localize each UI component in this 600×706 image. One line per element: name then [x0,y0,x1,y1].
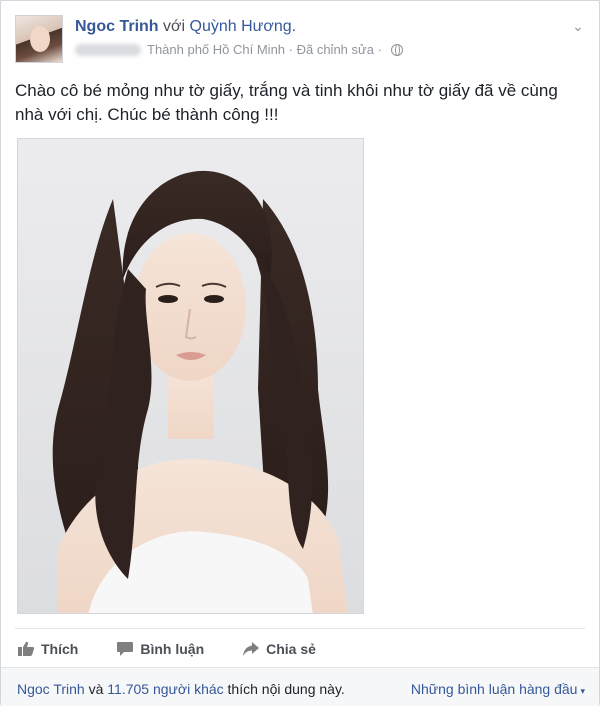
like-button[interactable]: Thích [17,641,78,657]
likes-and: và [88,681,104,697]
portrait-illustration [18,139,363,613]
like-label: Thích [41,641,79,657]
likes-text: thích nội dung này. [227,681,345,697]
likes-others[interactable]: 11.705 người khác [107,681,223,697]
action-bar: Thích Bình luận Chia sẻ [17,638,354,660]
location-link[interactable]: Thành phố Hồ Chí Minh [147,42,285,57]
avatar[interactable] [15,15,63,63]
post-header: Ngoc Trinh với Quỳnh Hương. Thành phố Hồ… [15,15,585,65]
liker-name[interactable]: Ngoc Trinh [17,681,85,697]
top-comments-label: Những bình luận hàng đầu [410,681,578,697]
caret-down-icon: ▾ [580,686,585,696]
with-word: với [163,18,186,35]
comment-button[interactable]: Bình luận [116,641,204,657]
share-button[interactable]: Chia sẻ [242,641,316,657]
share-label: Chia sẻ [266,641,316,657]
post-title-line: Ngoc Trinh với Quỳnh Hương. [75,18,296,36]
blurred-timestamp [75,43,141,56]
meta-separator-2: · [373,42,386,57]
meta-separator: · [285,42,297,57]
globe-icon[interactable] [390,43,403,56]
author-name[interactable]: Ngoc Trinh [75,18,159,35]
comment-label: Bình luận [140,641,205,657]
tagged-person[interactable]: Quỳnh Hương. [190,18,297,35]
actions-divider [15,628,585,629]
post-footer: Ngoc Trinh và 11.705 người khác thích nộ… [1,667,599,706]
post-photo[interactable] [17,138,364,614]
edited-link[interactable]: Đã chỉnh sửa [297,42,374,57]
thumbs-up-icon [18,641,35,656]
chevron-down-icon[interactable]: ⌄ [571,19,585,33]
avatar-face [30,26,50,52]
share-arrow-icon [243,642,260,656]
top-comments-dropdown[interactable]: Những bình luận hàng đầu ▾ [411,681,585,697]
post-meta: Thành phố Hồ Chí Minh · Đã chỉnh sửa · [75,42,403,57]
facebook-post-card: Ngoc Trinh với Quỳnh Hương. Thành phố Hồ… [0,0,600,706]
speech-bubble-icon [117,642,134,656]
post-text: Chào cô bé mỏng như tờ giấy, trắng và ti… [15,81,558,124]
likes-summary: Ngoc Trinh và 11.705 người khác thích nộ… [17,681,345,697]
